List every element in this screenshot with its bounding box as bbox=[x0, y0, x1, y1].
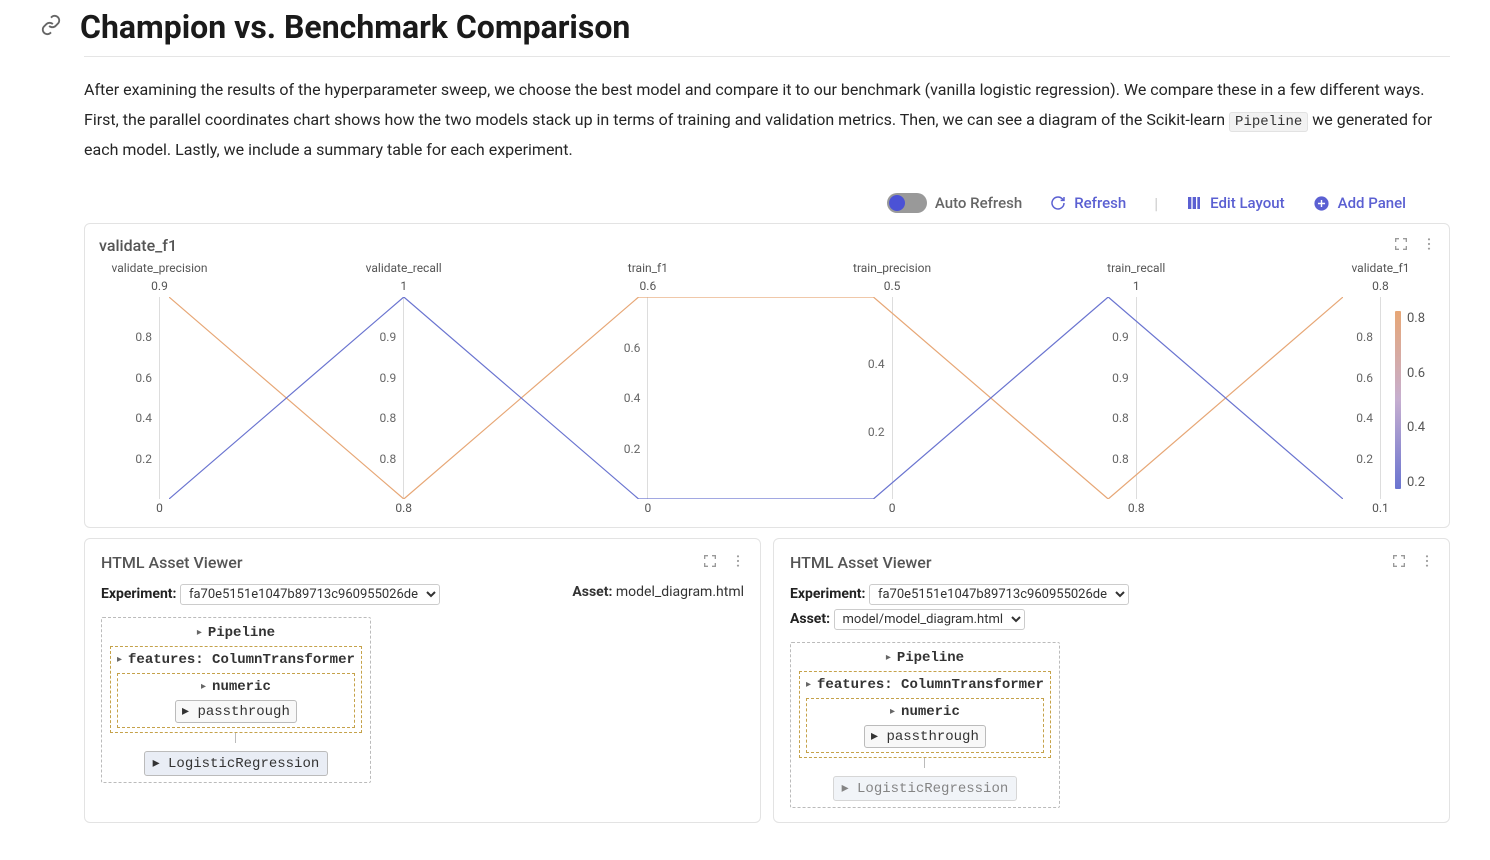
asset-label: Asset: bbox=[790, 611, 830, 627]
estimator-step: LogisticRegression bbox=[168, 756, 319, 772]
caret-icon[interactable]: ▸ bbox=[871, 729, 878, 745]
asset-select[interactable]: model/model_diagram.html bbox=[834, 609, 1025, 630]
pipeline-title: Pipeline bbox=[208, 625, 275, 641]
pipeline-code: Pipeline bbox=[1229, 112, 1308, 132]
panel-title: HTML Asset Viewer bbox=[790, 553, 1433, 572]
numeric-label: numeric bbox=[212, 679, 271, 695]
passthrough-step: passthrough bbox=[886, 729, 978, 745]
page-title: Champion vs. Benchmark Comparison bbox=[80, 8, 630, 46]
caret-icon[interactable]: ▸ bbox=[806, 679, 811, 691]
refresh-icon bbox=[1050, 195, 1066, 211]
caret-icon[interactable]: ▸ bbox=[201, 681, 206, 693]
html-asset-viewer-left: HTML Asset Viewer Experiment: fa70e5151e… bbox=[84, 538, 761, 823]
auto-refresh-label: Auto Refresh bbox=[935, 194, 1022, 212]
asset-row: Asset: model/model_diagram.html bbox=[790, 609, 1433, 630]
parallel-coords-chart[interactable]: validate_precision0.900.80.60.40.2 valida… bbox=[99, 263, 1435, 513]
layout-icon bbox=[1186, 195, 1202, 211]
more-icon[interactable] bbox=[1419, 553, 1435, 573]
passthrough-step: passthrough bbox=[197, 704, 289, 720]
panel-title: validate_f1 bbox=[99, 236, 1435, 255]
features-label: features: ColumnTransformer bbox=[817, 677, 1044, 693]
caret-icon[interactable]: ▸ bbox=[886, 652, 891, 664]
estimator-step: LogisticRegression bbox=[857, 781, 1008, 797]
toolbar: Auto Refresh Refresh | Edit Layout Add P… bbox=[84, 193, 1406, 213]
experiment-select[interactable]: fa70e5151e1047b89713c960955026de bbox=[869, 584, 1129, 605]
features-label: features: ColumnTransformer bbox=[128, 652, 355, 668]
pipeline-diagram: ▸ Pipeline ▸ features: ColumnTransformer ▸… bbox=[101, 617, 371, 783]
experiment-select[interactable]: fa70e5151e1047b89713c960955026de bbox=[180, 584, 440, 605]
fullscreen-icon[interactable] bbox=[702, 553, 718, 573]
intro-paragraph: After examining the results of the hyper… bbox=[84, 75, 1450, 165]
caret-icon[interactable]: ▸ bbox=[153, 756, 160, 772]
toolbar-divider: | bbox=[1154, 194, 1158, 213]
add-panel-button[interactable]: Add Panel bbox=[1313, 194, 1406, 212]
fullscreen-icon[interactable] bbox=[1393, 236, 1409, 256]
caret-icon[interactable]: ▸ bbox=[182, 704, 189, 720]
axis-validate_f1: validate_f10.80.10.80.60.40.2 bbox=[1380, 263, 1381, 513]
html-asset-viewer-right: HTML Asset Viewer Experiment: fa70e5151e… bbox=[773, 538, 1450, 823]
parallel-coordinates-panel: validate_f1 validate_precision0.900.80.6… bbox=[84, 223, 1450, 528]
separator bbox=[84, 56, 1450, 57]
refresh-button[interactable]: Refresh bbox=[1050, 194, 1126, 212]
experiment-label: Experiment: bbox=[101, 586, 176, 602]
asset-label: Asset: bbox=[572, 584, 612, 600]
experiment-label: Experiment: bbox=[790, 586, 865, 602]
caret-icon[interactable]: ▸ bbox=[117, 654, 122, 666]
caret-icon[interactable]: ▸ bbox=[842, 781, 849, 797]
refresh-label: Refresh bbox=[1074, 194, 1126, 212]
caret-icon[interactable]: ▸ bbox=[197, 627, 202, 639]
auto-refresh-toggle[interactable] bbox=[887, 193, 927, 213]
edit-layout-button[interactable]: Edit Layout bbox=[1186, 194, 1285, 212]
pipeline-diagram: ▸ Pipeline ▸ features: ColumnTransformer ▸… bbox=[790, 642, 1060, 808]
experiment-row: Experiment: fa70e5151e1047b89713c9609550… bbox=[101, 584, 744, 605]
caret-icon[interactable]: ▸ bbox=[890, 706, 895, 718]
link-icon[interactable] bbox=[40, 14, 62, 40]
fullscreen-icon[interactable] bbox=[1391, 553, 1407, 573]
add-panel-label: Add Panel bbox=[1338, 194, 1406, 212]
auto-refresh-toggle-wrap: Auto Refresh bbox=[887, 193, 1022, 213]
more-icon[interactable] bbox=[730, 553, 746, 573]
axis-validate_precision: validate_precision0.900.80.60.40.2 bbox=[159, 263, 160, 513]
experiment-row: Experiment: fa70e5151e1047b89713c9609550… bbox=[790, 584, 1433, 605]
numeric-label: numeric bbox=[901, 704, 960, 720]
color-scale: 0.80.60.40.2 bbox=[1391, 263, 1435, 513]
intro-text-a: After examining the results of the hyper… bbox=[84, 80, 1424, 129]
pipeline-title: Pipeline bbox=[897, 650, 964, 666]
plus-circle-icon bbox=[1313, 195, 1330, 212]
more-icon[interactable] bbox=[1421, 236, 1437, 256]
panel-title: HTML Asset Viewer bbox=[101, 553, 744, 572]
edit-layout-label: Edit Layout bbox=[1210, 194, 1285, 212]
asset-value: model_diagram.html bbox=[616, 584, 744, 600]
